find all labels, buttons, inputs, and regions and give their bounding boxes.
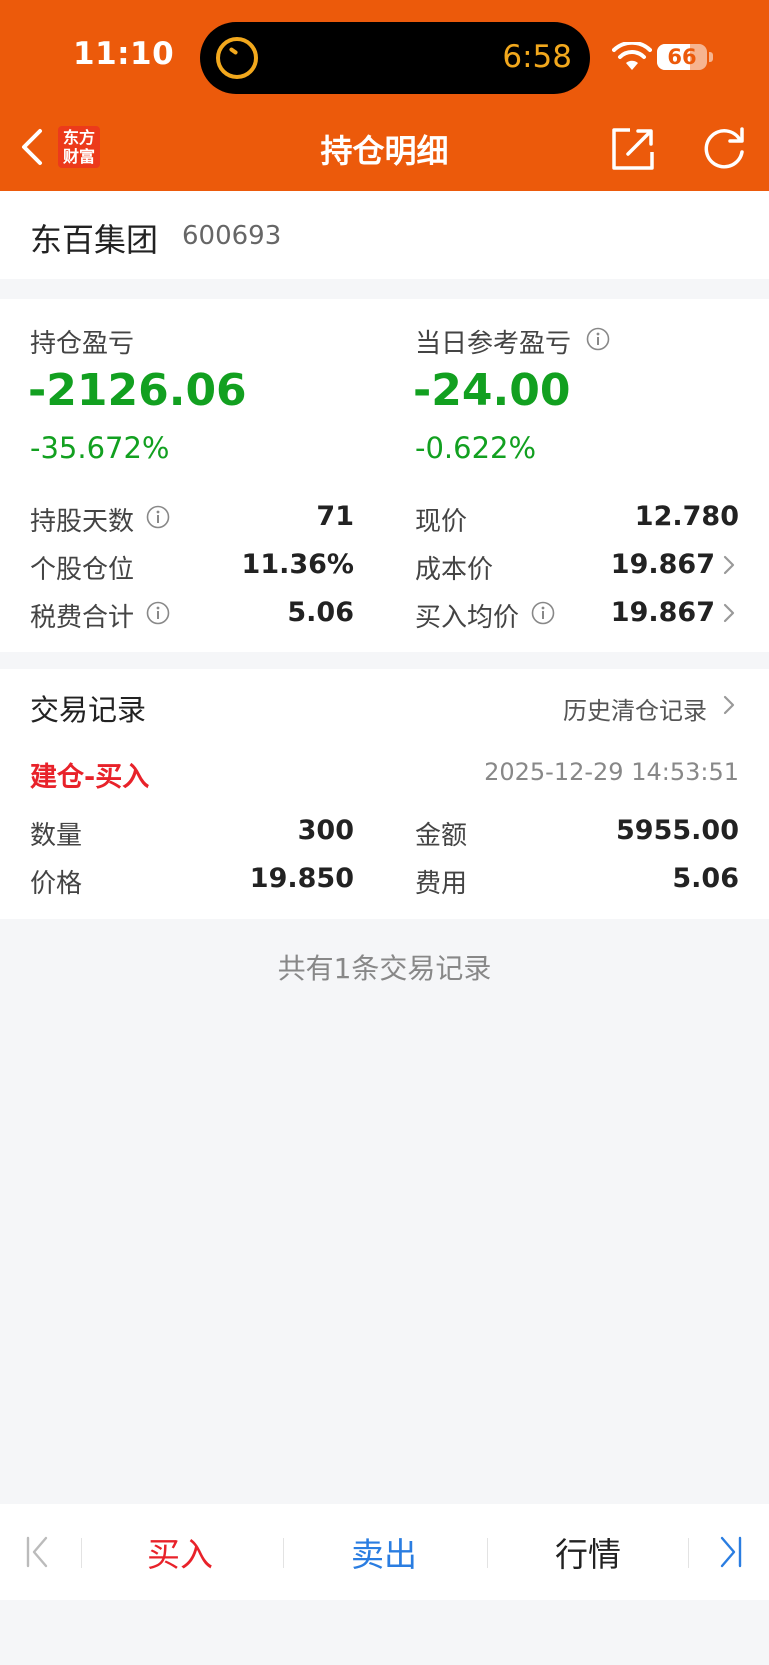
history-clear-link[interactable]: 历史清仓记录 xyxy=(563,691,707,726)
position-summary-card: 持仓盈亏 -2126.06 -35.672% 当日参考盈亏 -24.00 -0.… xyxy=(0,299,769,652)
stock-code: 600693 xyxy=(182,221,282,251)
app-header: 11:10 6:58 66 东方 财富 持仓明细 xyxy=(0,0,769,191)
stock-header[interactable]: 东百集团 600693 xyxy=(0,191,769,279)
hold-days-value: 71 xyxy=(316,501,354,532)
trade-amount-label: 金额 xyxy=(415,821,468,851)
battery-level: 66 xyxy=(667,45,697,69)
trade-qty-label: 数量 xyxy=(30,821,83,851)
daily-pl-label: 当日参考盈亏 xyxy=(415,329,572,359)
hold-days-info-icon[interactable] xyxy=(146,505,170,529)
quote-button[interactable]: 行情 xyxy=(508,1528,668,1576)
daily-pl-pct: -0.622% xyxy=(415,431,537,465)
status-time: 11:10 xyxy=(73,36,175,72)
dynamic-island: 6:58 xyxy=(200,22,590,94)
position-ratio-value: 11.36% xyxy=(241,549,354,580)
battery-cap xyxy=(709,52,713,62)
position-pl-pct: -35.672% xyxy=(30,431,170,465)
divider xyxy=(688,1538,689,1568)
divider xyxy=(81,1538,82,1568)
divider xyxy=(283,1538,284,1568)
trade-type: 建仓-买入 xyxy=(30,762,150,793)
current-price-label: 现价 xyxy=(415,507,468,537)
trade-fee-label: 费用 xyxy=(415,869,468,899)
refresh-icon[interactable] xyxy=(700,124,748,172)
trade-qty-value: 300 xyxy=(297,815,354,846)
share-icon[interactable] xyxy=(610,126,656,172)
fees-info-icon[interactable] xyxy=(146,601,170,625)
last-page-icon[interactable] xyxy=(716,1534,744,1570)
avg-buy-info-icon[interactable] xyxy=(531,601,555,625)
trade-fee-value: 5.06 xyxy=(672,863,739,894)
island-timer: 6:58 xyxy=(502,39,572,75)
trade-records-title: 交易记录 xyxy=(30,693,147,727)
trade-count-text: 共有1条交易记录 xyxy=(277,952,492,985)
cost-price-value[interactable]: 19.867 xyxy=(611,549,715,580)
cost-price-label[interactable]: 成本价 xyxy=(415,549,493,586)
cost-price-chevron-icon[interactable] xyxy=(722,553,736,577)
trade-amount-value: 5955.00 xyxy=(616,815,739,846)
avg-buy-chevron-icon[interactable] xyxy=(722,601,736,625)
position-pl-label: 持仓盈亏 xyxy=(30,329,135,359)
daily-pl-value: -24.00 xyxy=(413,365,571,416)
avg-buy-value[interactable]: 19.867 xyxy=(611,597,715,628)
battery-icon: 66 xyxy=(657,44,707,70)
avg-buy-label[interactable]: 买入均价 xyxy=(415,597,519,634)
trade-price-label: 价格 xyxy=(30,869,83,899)
timer-ring-icon xyxy=(216,37,258,79)
sell-button[interactable]: 卖出 xyxy=(304,1528,464,1576)
fees-label: 税费合计 xyxy=(30,603,135,633)
hold-days-label: 持股天数 xyxy=(30,507,135,537)
current-price-value: 12.780 xyxy=(634,501,739,532)
divider xyxy=(487,1538,488,1568)
history-chevron-icon[interactable] xyxy=(722,693,736,717)
trade-price-value: 19.850 xyxy=(249,863,354,894)
position-pl-value: -2126.06 xyxy=(28,365,247,416)
position-ratio-label: 个股仓位 xyxy=(30,555,135,585)
daily-pl-info-icon[interactable] xyxy=(586,327,610,351)
trade-records-card: 交易记录 历史清仓记录 建仓-买入 2025-12-29 14:53:51 数量… xyxy=(0,669,769,919)
buy-button[interactable]: 买入 xyxy=(100,1528,260,1576)
trade-datetime: 2025-12-29 14:53:51 xyxy=(484,758,739,786)
bottom-action-bar: 买入 卖出 行情 xyxy=(0,1504,769,1600)
fees-value: 5.06 xyxy=(287,597,354,628)
stock-name: 东百集团 xyxy=(30,221,159,259)
wifi-icon xyxy=(612,42,652,70)
first-page-icon[interactable] xyxy=(24,1534,52,1570)
